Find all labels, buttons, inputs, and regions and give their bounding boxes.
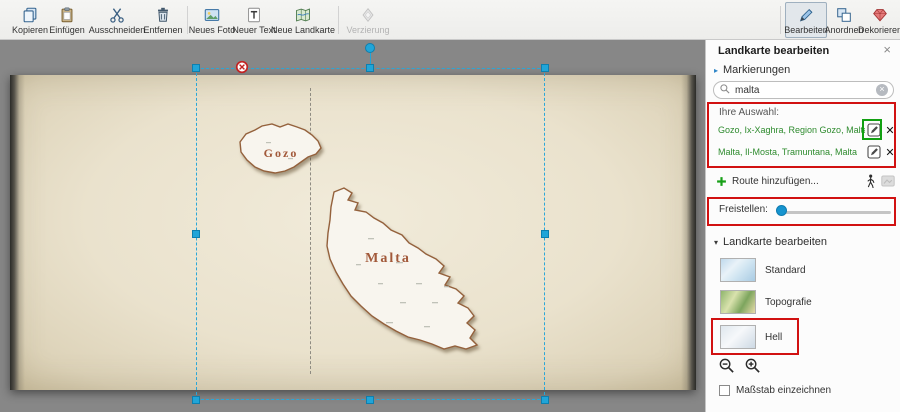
- arrange-icon: [835, 6, 853, 24]
- style-standard-label: Standard: [765, 265, 806, 276]
- malta-island-shape: [327, 188, 477, 349]
- copy-icon: [21, 6, 39, 24]
- style-standard-thumbnail[interactable]: [720, 258, 756, 282]
- search-box[interactable]: ×: [713, 81, 894, 99]
- section-markierungen[interactable]: ▸ Markierungen: [714, 64, 790, 76]
- search-input[interactable]: [735, 85, 872, 96]
- paste-button[interactable]: Einfügen: [44, 2, 90, 38]
- chevron-down-icon: ▾: [714, 238, 718, 247]
- style-hell-label: Hell: [765, 332, 782, 343]
- selection-handle-top-center[interactable]: [366, 64, 374, 72]
- scale-checkbox-label: Maßstab einzeichnen: [736, 385, 831, 396]
- route-disabled-icon: [881, 175, 895, 187]
- trash-icon: [154, 6, 172, 24]
- scale-checkbox[interactable]: [719, 385, 730, 396]
- side-panel: Landkarte bearbeiten × ▸ Markierungen × …: [705, 40, 900, 412]
- plus-icon: [716, 176, 727, 187]
- edit-marker-icon[interactable]: [867, 123, 881, 137]
- map-style-hell[interactable]: Hell: [720, 322, 894, 352]
- map-style-topografie[interactable]: Topografie: [720, 288, 894, 316]
- new-text-button[interactable]: Neuer Text: [234, 2, 274, 38]
- new-photo-button[interactable]: Neues Foto: [190, 2, 234, 38]
- style-topografie-label: Topografie: [765, 297, 812, 308]
- selection-handle-top-right[interactable]: [541, 64, 549, 72]
- mode-arrange-button[interactable]: Anordnen: [826, 2, 862, 38]
- cut-button[interactable]: Ausschneiden: [88, 2, 146, 38]
- zoom-out-icon[interactable]: [718, 357, 735, 377]
- new-map-button[interactable]: Neue Landkarte: [270, 2, 336, 38]
- section-markierungen-label: Markierungen: [723, 64, 790, 76]
- selection-handle-bottom-left[interactable]: [192, 396, 200, 404]
- malta-label: Malta: [365, 251, 411, 266]
- delete-label: Entfernen: [143, 25, 182, 35]
- edit-marker-icon[interactable]: [867, 145, 881, 159]
- app-window: Kopieren Einfügen Ausschneiden Entfernen…: [0, 0, 900, 412]
- mode-edit-button[interactable]: Bearbeiten: [785, 2, 827, 38]
- marker-item-label: Malta, Il-Mosta, Tramuntana, Malta: [718, 147, 865, 157]
- section-landkarte-bearbeiten[interactable]: ▾ Landkarte bearbeiten: [714, 236, 827, 248]
- freistellen-label: Freistellen:: [719, 204, 768, 215]
- freistellen-slider-thumb[interactable]: [776, 205, 787, 216]
- new-photo-label: Neues Foto: [189, 25, 236, 35]
- photo-icon: [203, 6, 221, 24]
- cut-label: Ausschneiden: [89, 25, 146, 35]
- ornament-icon: [359, 6, 377, 24]
- decorate-icon: [871, 6, 889, 24]
- zoom-in-icon[interactable]: [744, 357, 761, 377]
- mode-decorate-label: Dekorieren: [858, 25, 900, 35]
- panel-title: Landkarte bearbeiten: [718, 45, 829, 57]
- scissors-icon: [108, 6, 126, 24]
- toolbar: Kopieren Einfügen Ausschneiden Entfernen…: [0, 0, 900, 40]
- selection-handle-bottom-center[interactable]: [366, 396, 374, 404]
- pencil-icon: [797, 6, 815, 24]
- marker-list-item[interactable]: Malta, Il-Mosta, Tramuntana, Malta ✕: [718, 143, 896, 161]
- paste-label: Einfügen: [49, 25, 85, 35]
- style-topografie-thumbnail[interactable]: [720, 290, 756, 314]
- selection-handle-bottom-right[interactable]: [541, 396, 549, 404]
- map-style-standard[interactable]: Standard: [720, 256, 894, 284]
- ornament-label: Verzierung: [346, 25, 389, 35]
- freistellen-slider-track[interactable]: [779, 211, 891, 214]
- clear-search-icon[interactable]: ×: [876, 84, 888, 96]
- remove-marker-icon[interactable]: ✕: [884, 146, 896, 159]
- map-icon: [294, 6, 312, 24]
- selection-header: Ihre Auswahl:: [719, 107, 779, 118]
- paste-icon: [58, 6, 76, 24]
- add-route-button[interactable]: Route hinzufügen...: [716, 172, 895, 190]
- selection-handle-mid-left[interactable]: [192, 230, 200, 238]
- toolbar-separator: [338, 6, 339, 34]
- rotation-handle[interactable]: [365, 43, 375, 53]
- panel-close-button[interactable]: ×: [883, 42, 891, 57]
- hiker-icon[interactable]: [865, 174, 876, 189]
- chevron-right-icon: ▸: [714, 66, 718, 75]
- marker-item-label: Gozo, Ix-Xaghra, Region Gozo, Malta: [718, 125, 865, 135]
- text-icon: [245, 6, 263, 24]
- selection-handle-mid-right[interactable]: [541, 230, 549, 238]
- search-icon: [719, 83, 731, 98]
- scale-option[interactable]: Maßstab einzeichnen: [719, 385, 831, 396]
- copy-label: Kopieren: [12, 25, 48, 35]
- mode-decorate-button[interactable]: Dekorieren: [860, 2, 900, 38]
- mode-edit-label: Bearbeiten: [784, 25, 828, 35]
- new-map-label: Neue Landkarte: [271, 25, 335, 35]
- ornament-button: Verzierung: [342, 2, 394, 38]
- map-graphic: Gozo Malta: [0, 40, 705, 412]
- selection-handle-top-left[interactable]: [192, 64, 200, 72]
- toolbar-separator: [780, 6, 781, 34]
- style-hell-thumbnail[interactable]: [720, 325, 756, 349]
- canvas-area[interactable]: Gozo Malta: [0, 40, 705, 412]
- add-route-label: Route hinzufügen...: [732, 176, 860, 187]
- zoom-controls: [718, 357, 761, 377]
- remove-marker-icon[interactable]: ✕: [884, 124, 896, 137]
- marker-list-item[interactable]: Gozo, Ix-Xaghra, Region Gozo, Malta ✕: [718, 121, 896, 139]
- gozo-label: Gozo: [264, 146, 299, 160]
- section-landkarte-label: Landkarte bearbeiten: [723, 236, 827, 248]
- delete-button[interactable]: Entfernen: [140, 2, 186, 38]
- forbidden-cursor-icon: [235, 60, 249, 74]
